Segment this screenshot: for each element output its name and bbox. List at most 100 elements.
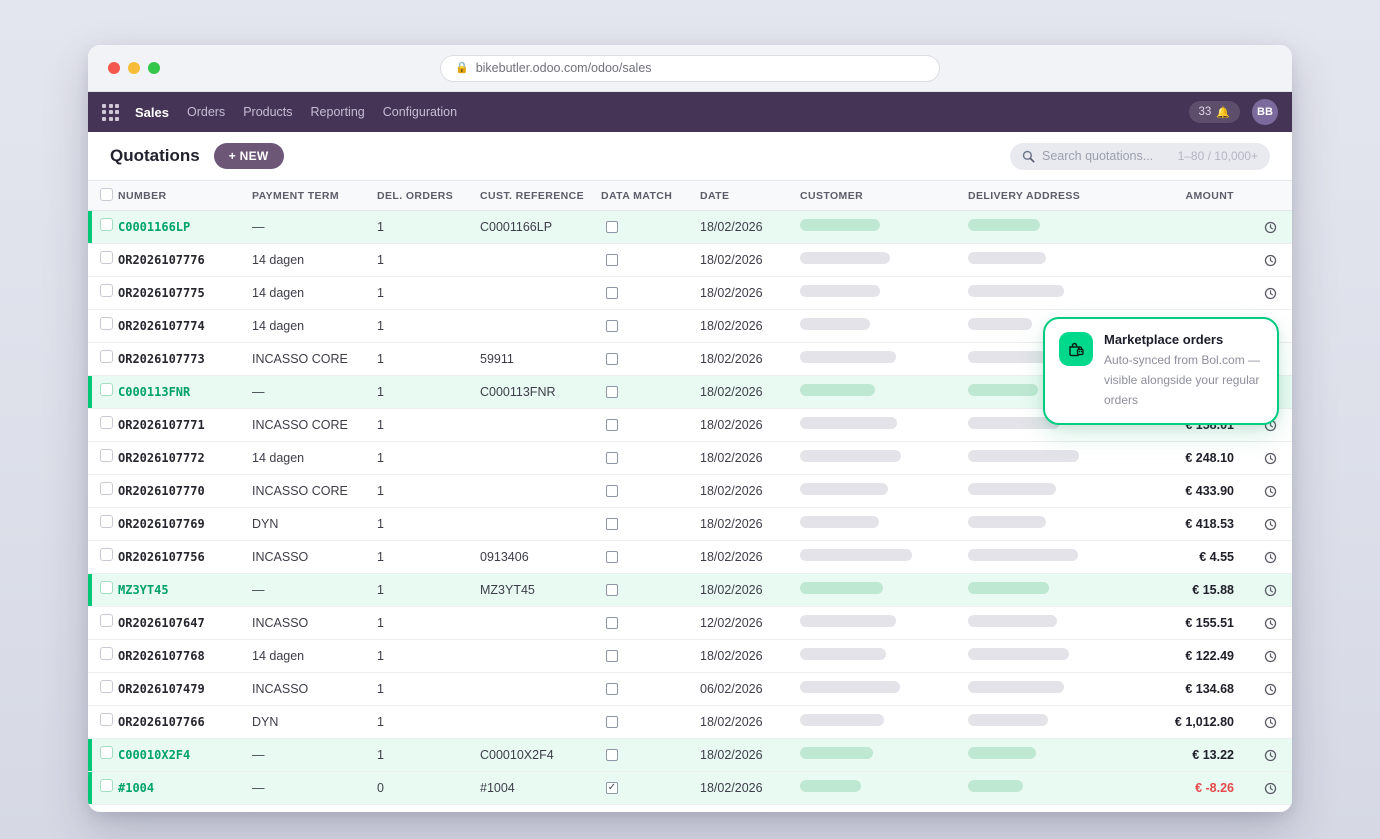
col-header-customer[interactable]: CUSTOMER bbox=[800, 190, 968, 202]
col-header-date[interactable]: DATE bbox=[700, 190, 800, 202]
col-header-data-match[interactable]: DATA MATCH bbox=[601, 190, 700, 202]
data-match-checkbox[interactable] bbox=[606, 254, 618, 266]
table-row[interactable]: OR202610777614 dagen118/02/2026 bbox=[88, 244, 1292, 277]
row-checkbox[interactable] bbox=[100, 581, 113, 594]
maximize-window-button[interactable] bbox=[148, 62, 160, 74]
apps-grid-icon[interactable] bbox=[102, 104, 119, 121]
row-checkbox[interactable] bbox=[100, 779, 113, 792]
table-row[interactable]: OR202610777514 dagen118/02/2026 bbox=[88, 277, 1292, 310]
row-checkbox[interactable] bbox=[100, 680, 113, 693]
notifications-badge[interactable]: 33 🔔 bbox=[1189, 101, 1241, 123]
order-number[interactable]: C000113FNR bbox=[118, 385, 252, 399]
order-number[interactable]: OR2026107773 bbox=[118, 352, 252, 366]
activity-clock-icon[interactable] bbox=[1264, 518, 1277, 531]
order-number[interactable]: OR2026107647 bbox=[118, 616, 252, 630]
table-row[interactable]: OR202610776814 dagen118/02/2026€ 122.49 bbox=[88, 640, 1292, 673]
search-bar[interactable]: Search quotations... 1–80 / 10,000+ bbox=[1010, 143, 1270, 170]
row-checkbox[interactable] bbox=[100, 416, 113, 429]
data-match-checkbox[interactable] bbox=[606, 716, 618, 728]
order-number[interactable]: OR2026107770 bbox=[118, 484, 252, 498]
activity-clock-icon[interactable] bbox=[1264, 617, 1277, 630]
data-match-checkbox[interactable] bbox=[606, 221, 618, 233]
order-number[interactable]: OR2026107776 bbox=[118, 253, 252, 267]
user-avatar[interactable]: BB bbox=[1252, 99, 1278, 125]
order-number[interactable]: OR2026107769 bbox=[118, 517, 252, 531]
row-checkbox[interactable] bbox=[100, 449, 113, 462]
data-match-checkbox[interactable] bbox=[606, 617, 618, 629]
activity-clock-icon[interactable] bbox=[1264, 716, 1277, 729]
order-number[interactable]: OR2026107479 bbox=[118, 682, 252, 696]
col-header-amount[interactable]: AMOUNT bbox=[1172, 190, 1248, 202]
new-quotation-button[interactable]: + NEW bbox=[214, 143, 284, 169]
data-match-checkbox-checked[interactable]: ✓ bbox=[606, 782, 618, 794]
row-checkbox[interactable] bbox=[100, 284, 113, 297]
row-checkbox[interactable] bbox=[100, 350, 113, 363]
order-number[interactable]: OR2026107768 bbox=[118, 649, 252, 663]
row-checkbox[interactable] bbox=[100, 317, 113, 330]
table-row[interactable]: OR2026107756INCASSO1091340618/02/2026€ 4… bbox=[88, 541, 1292, 574]
order-number[interactable]: MZ3YT45 bbox=[118, 583, 252, 597]
data-match-checkbox[interactable] bbox=[606, 749, 618, 761]
close-window-button[interactable] bbox=[108, 62, 120, 74]
activity-clock-icon[interactable] bbox=[1264, 287, 1277, 300]
table-row[interactable]: MZ3YT45—1MZ3YT4518/02/2026€ 15.88 bbox=[88, 574, 1292, 607]
table-row[interactable]: OR2026107479INCASSO106/02/2026€ 134.68 bbox=[88, 673, 1292, 706]
row-checkbox[interactable] bbox=[100, 746, 113, 759]
table-row[interactable]: OR2026107766DYN118/02/2026€ 1,012.80 bbox=[88, 706, 1292, 739]
data-match-checkbox[interactable] bbox=[606, 551, 618, 563]
order-number[interactable]: OR2026107771 bbox=[118, 418, 252, 432]
activity-clock-icon[interactable] bbox=[1264, 221, 1277, 234]
menu-products[interactable]: Products bbox=[243, 105, 292, 119]
row-checkbox[interactable] bbox=[100, 614, 113, 627]
data-match-checkbox[interactable] bbox=[606, 419, 618, 431]
order-number[interactable]: OR2026107756 bbox=[118, 550, 252, 564]
activity-clock-icon[interactable] bbox=[1264, 749, 1277, 762]
order-number[interactable]: #1004 bbox=[118, 781, 252, 795]
col-header-del-orders[interactable]: DEL. ORDERS bbox=[377, 190, 480, 202]
menu-configuration[interactable]: Configuration bbox=[383, 105, 457, 119]
activity-clock-icon[interactable] bbox=[1264, 254, 1277, 267]
table-row[interactable]: OR2026107770INCASSO CORE118/02/2026€ 433… bbox=[88, 475, 1292, 508]
order-number[interactable]: C0001166LP bbox=[118, 220, 252, 234]
row-checkbox[interactable] bbox=[100, 218, 113, 231]
menu-reporting[interactable]: Reporting bbox=[311, 105, 365, 119]
order-number[interactable]: C00010X2F4 bbox=[118, 748, 252, 762]
table-row[interactable]: OR202610777214 dagen118/02/2026€ 248.10 bbox=[88, 442, 1292, 475]
data-match-checkbox[interactable] bbox=[606, 452, 618, 464]
table-row[interactable]: OR2026107769DYN118/02/2026€ 418.53 bbox=[88, 508, 1292, 541]
menu-orders[interactable]: Orders bbox=[187, 105, 225, 119]
table-row[interactable]: C0001166LP—1C0001166LP18/02/2026 bbox=[88, 211, 1292, 244]
activity-clock-icon[interactable] bbox=[1264, 584, 1277, 597]
col-header-number[interactable]: NUMBER bbox=[118, 190, 252, 202]
order-number[interactable]: OR2026107775 bbox=[118, 286, 252, 300]
activity-clock-icon[interactable] bbox=[1264, 485, 1277, 498]
order-number[interactable]: OR2026107772 bbox=[118, 451, 252, 465]
activity-clock-icon[interactable] bbox=[1264, 782, 1277, 795]
col-header-payment-term[interactable]: PAYMENT TERM bbox=[252, 190, 377, 202]
order-number[interactable]: OR2026107774 bbox=[118, 319, 252, 333]
row-checkbox[interactable] bbox=[100, 548, 113, 561]
activity-clock-icon[interactable] bbox=[1264, 551, 1277, 564]
row-checkbox[interactable] bbox=[100, 713, 113, 726]
table-row[interactable]: C00010X2F4—1C00010X2F418/02/2026€ 13.22 bbox=[88, 739, 1292, 772]
row-checkbox[interactable] bbox=[100, 251, 113, 264]
address-bar[interactable]: 🔒 bikebutler.odoo.com/odoo/sales bbox=[440, 55, 940, 82]
col-header-delivery-address[interactable]: DELIVERY ADDRESS bbox=[968, 190, 1172, 202]
data-match-checkbox[interactable] bbox=[606, 683, 618, 695]
data-match-checkbox[interactable] bbox=[606, 650, 618, 662]
select-all-checkbox[interactable] bbox=[100, 188, 113, 201]
order-number[interactable]: OR2026107766 bbox=[118, 715, 252, 729]
data-match-checkbox[interactable] bbox=[606, 287, 618, 299]
data-match-checkbox[interactable] bbox=[606, 353, 618, 365]
data-match-checkbox[interactable] bbox=[606, 320, 618, 332]
app-name[interactable]: Sales bbox=[135, 105, 169, 120]
activity-clock-icon[interactable] bbox=[1264, 452, 1277, 465]
row-checkbox[interactable] bbox=[100, 647, 113, 660]
data-match-checkbox[interactable] bbox=[606, 518, 618, 530]
row-checkbox[interactable] bbox=[100, 482, 113, 495]
activity-clock-icon[interactable] bbox=[1264, 650, 1277, 663]
data-match-checkbox[interactable] bbox=[606, 584, 618, 596]
table-row[interactable]: #1004—0#1004✓18/02/2026€ -8.26 bbox=[88, 772, 1292, 805]
col-header-cust-reference[interactable]: CUST. REFERENCE bbox=[480, 190, 601, 202]
table-row[interactable]: OR2026107647INCASSO112/02/2026€ 155.51 bbox=[88, 607, 1292, 640]
